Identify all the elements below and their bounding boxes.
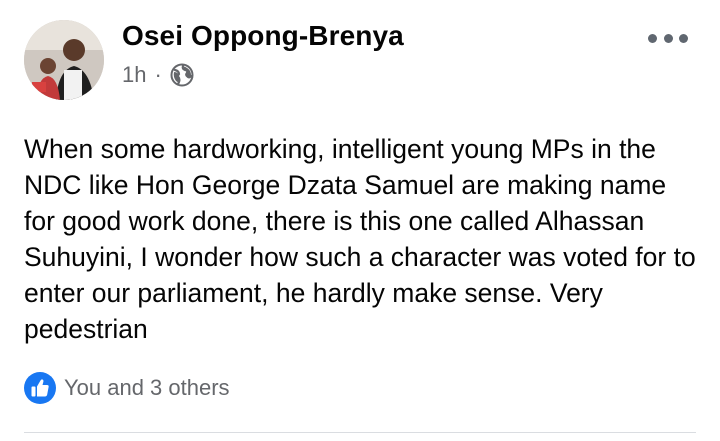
divider [24,432,696,433]
more-options-icon[interactable] [648,30,688,46]
globe-icon[interactable] [170,63,194,87]
post-text: When some hardworking, intelligent young… [24,134,704,344]
meta-separator: · [154,62,162,87]
avatar[interactable] [24,20,104,100]
more-dot [679,33,688,43]
avatar-photo [24,20,104,100]
post-timestamp[interactable]: 1h [122,62,146,88]
post-meta: 1h · [122,60,194,90]
reaction-summary[interactable]: You and 3 others [64,375,230,401]
author-name[interactable]: Osei Oppong-Brenya [122,20,404,52]
more-dot [663,33,673,43]
like-icon [24,372,56,404]
post-card: Osei Oppong-Brenya 1h · When some hardwo… [0,0,720,441]
more-dot [648,33,657,43]
reactions-bar[interactable]: You and 3 others [24,372,230,404]
